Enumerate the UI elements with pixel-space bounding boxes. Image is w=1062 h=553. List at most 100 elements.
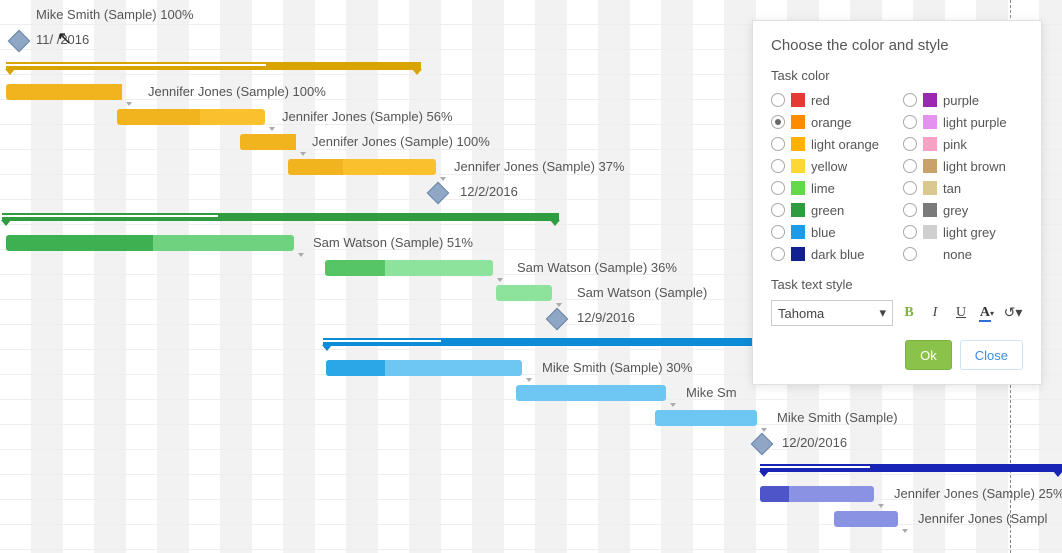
milestone-icon[interactable] [8, 30, 31, 53]
popup-title: Choose the color and style [771, 37, 1023, 54]
task-label: Sam Watson (Sample) 36% [517, 260, 677, 275]
color-label: light orange [811, 137, 879, 152]
summary-bar[interactable] [2, 213, 559, 221]
color-swatch [791, 203, 805, 217]
color-option-purple[interactable]: purple [903, 91, 1023, 109]
color-style-popup: Choose the color and style Task color re… [752, 20, 1042, 385]
underline-button[interactable]: U [951, 302, 971, 324]
radio-icon [903, 181, 917, 195]
task-label: Mike Sm [686, 385, 737, 400]
color-option-light-purple[interactable]: light purple [903, 113, 1023, 131]
radio-icon [903, 203, 917, 217]
summary-bar[interactable] [760, 464, 1062, 472]
task-bar[interactable] [655, 410, 757, 426]
task-bar[interactable] [117, 109, 265, 125]
color-option-grey[interactable]: grey [903, 201, 1023, 219]
color-label: yellow [811, 159, 847, 174]
radio-icon [771, 159, 785, 173]
color-option-tan[interactable]: tan [903, 179, 1023, 197]
color-label: green [811, 203, 844, 218]
radio-icon [771, 93, 785, 107]
radio-icon [903, 225, 917, 239]
color-option-light-brown[interactable]: light brown [903, 157, 1023, 175]
task-label: Mike Smith (Sample) 100% [36, 7, 194, 22]
radio-icon [903, 159, 917, 173]
task-label: 11/ /2016 [36, 32, 89, 47]
ok-button[interactable]: Ok [905, 340, 952, 370]
color-label: tan [943, 181, 961, 196]
task-label: Mike Smith (Sample) 30% [542, 360, 692, 375]
task-bar[interactable] [6, 235, 294, 251]
task-bar[interactable] [326, 360, 522, 376]
color-swatch [791, 225, 805, 239]
color-option-pink[interactable]: pink [903, 135, 1023, 153]
color-swatch [923, 159, 937, 173]
radio-icon [771, 247, 785, 261]
color-option-light-grey[interactable]: light grey [903, 223, 1023, 241]
gantt-row: Mike Smith (Sample) [0, 406, 1062, 431]
task-label: Sam Watson (Sample) 51% [313, 235, 473, 250]
color-label: light brown [943, 159, 1006, 174]
task-label: 12/20/2016 [782, 435, 847, 450]
milestone-icon[interactable] [546, 308, 569, 331]
radio-icon [771, 115, 785, 129]
task-bar[interactable] [288, 159, 436, 175]
color-label: dark blue [811, 247, 864, 262]
italic-button[interactable]: I [925, 302, 945, 324]
task-bar[interactable] [834, 511, 898, 527]
color-label: blue [811, 225, 836, 240]
task-bar[interactable] [760, 486, 874, 502]
task-label: Jennifer Jones (Sample) 100% [148, 84, 326, 99]
color-option-blue[interactable]: blue [771, 223, 891, 241]
task-bar[interactable] [240, 134, 296, 150]
task-label: Jennifer Jones (Sample) 25% [894, 486, 1062, 501]
more-format-button[interactable]: ↺▾ [1003, 302, 1023, 324]
bold-button[interactable]: B [899, 302, 919, 324]
task-bar[interactable] [516, 385, 666, 401]
color-swatch [923, 137, 937, 151]
color-swatch [791, 159, 805, 173]
task-bar[interactable] [496, 285, 552, 301]
font-color-button[interactable]: A▾ [977, 302, 997, 324]
color-label: light purple [943, 115, 1007, 130]
task-label: Jennifer Jones (Sample) 56% [282, 109, 453, 124]
task-label: Jennifer Jones (Sample) 100% [312, 134, 490, 149]
font-select[interactable]: Tahoma ▾ [771, 300, 893, 326]
color-swatch [791, 137, 805, 151]
radio-icon [903, 115, 917, 129]
summary-bar[interactable] [323, 338, 763, 346]
close-button[interactable]: Close [960, 340, 1023, 370]
radio-icon [771, 203, 785, 217]
color-label: pink [943, 137, 967, 152]
task-label: 12/2/2016 [460, 184, 518, 199]
color-label: none [943, 247, 972, 262]
color-swatch [791, 115, 805, 129]
color-option-lime[interactable]: lime [771, 179, 891, 197]
color-option-dark-blue[interactable]: dark blue [771, 245, 891, 263]
radio-icon [903, 247, 917, 261]
color-swatch [923, 203, 937, 217]
color-option-light-orange[interactable]: light orange [771, 135, 891, 153]
color-label: orange [811, 115, 851, 130]
radio-icon [903, 137, 917, 151]
color-swatch [923, 225, 937, 239]
task-label: Sam Watson (Sample) [577, 285, 707, 300]
radio-icon [771, 225, 785, 239]
color-option-red[interactable]: red [771, 91, 891, 109]
task-label: Jennifer Jones (Sample) 37% [454, 159, 625, 174]
gantt-row: Jennifer Jones (Sample) 25% [0, 482, 1062, 507]
color-option-none[interactable]: none [903, 245, 1023, 263]
gantt-row [0, 457, 1062, 482]
color-option-orange[interactable]: orange [771, 113, 891, 131]
color-option-green[interactable]: green [771, 201, 891, 219]
milestone-icon[interactable] [751, 433, 774, 456]
task-label: Mike Smith (Sample) [777, 410, 898, 425]
color-option-yellow[interactable]: yellow [771, 157, 891, 175]
task-bar[interactable] [6, 84, 122, 100]
milestone-icon[interactable] [427, 182, 450, 205]
color-swatch [791, 181, 805, 195]
color-swatch [923, 115, 937, 129]
task-bar[interactable] [325, 260, 493, 276]
task-text-style-label: Task text style [771, 277, 1023, 292]
summary-bar[interactable] [6, 62, 421, 70]
